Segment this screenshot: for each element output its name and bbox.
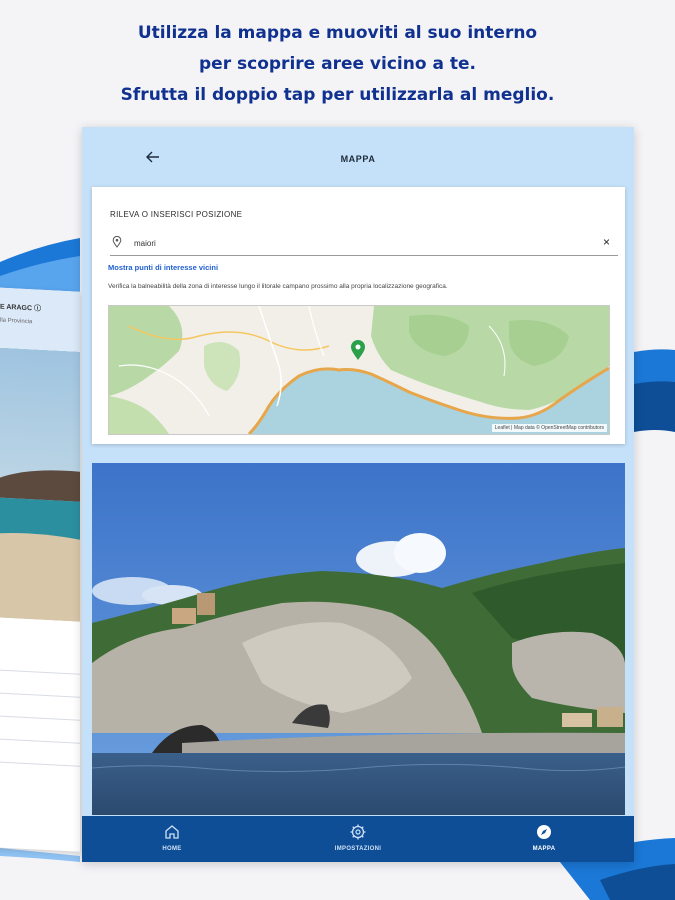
location-field: × xyxy=(110,231,618,256)
show-poi-link[interactable]: Mostra punti di interesse vicini xyxy=(108,263,218,272)
background-screen: E ARAGC ⓘ lla Provincia xyxy=(0,286,80,852)
page-title: MAPPA xyxy=(340,154,376,164)
location-pin-icon xyxy=(112,236,122,248)
promo-headline: Utilizza la mappa e muoviti al suo inter… xyxy=(0,18,675,111)
background-screen-list xyxy=(0,616,80,767)
map-view[interactable]: Leaflet | Map data © OpenStreetMap contr… xyxy=(108,305,610,435)
home-icon xyxy=(165,825,179,839)
beach-photo xyxy=(0,346,80,622)
location-card-label: RILEVA O INSERISCI POSIZIONE xyxy=(110,210,243,219)
nav-map-label: MAPPA xyxy=(532,846,556,852)
map-attribution[interactable]: Leaflet | Map data © OpenStreetMap contr… xyxy=(491,424,607,432)
background-screen-title: E ARAGC ⓘ xyxy=(0,303,41,313)
promo-line-1: Utilizza la mappa e muoviti al suo inter… xyxy=(137,23,538,43)
promo-line-2: per scoprire aree vicino a te. xyxy=(199,54,476,74)
gear-icon xyxy=(350,824,366,840)
app-screen: MAPPA RILEVA O INSERISCI POSIZIONE × Mos… xyxy=(82,127,634,862)
clear-icon[interactable]: × xyxy=(603,234,610,250)
background-screen-header: E ARAGC ⓘ lla Provincia xyxy=(0,286,80,352)
location-input[interactable] xyxy=(134,233,574,253)
map-description: Verifica la balneabilità della zona di i… xyxy=(108,283,448,290)
nav-settings[interactable]: IMPOSTAZIONI xyxy=(308,816,408,862)
compass-icon xyxy=(537,825,551,839)
nav-map[interactable]: MAPPA xyxy=(494,816,594,862)
nav-home-label: HOME xyxy=(162,846,182,852)
promo-line-3: Sfrutta il doppio tap per utilizzarla al… xyxy=(120,85,555,105)
nav-home[interactable]: HOME xyxy=(122,816,222,862)
location-card: RILEVA O INSERISCI POSIZIONE × Mostra pu… xyxy=(92,187,625,444)
background-screen-subtitle: lla Provincia xyxy=(0,317,33,326)
app-bar: MAPPA xyxy=(82,127,634,185)
nav-settings-label: IMPOSTAZIONI xyxy=(334,846,382,852)
coast-photo xyxy=(92,463,625,815)
bottom-navigation: HOME IMPOSTAZIONI MAPPA xyxy=(82,816,634,862)
